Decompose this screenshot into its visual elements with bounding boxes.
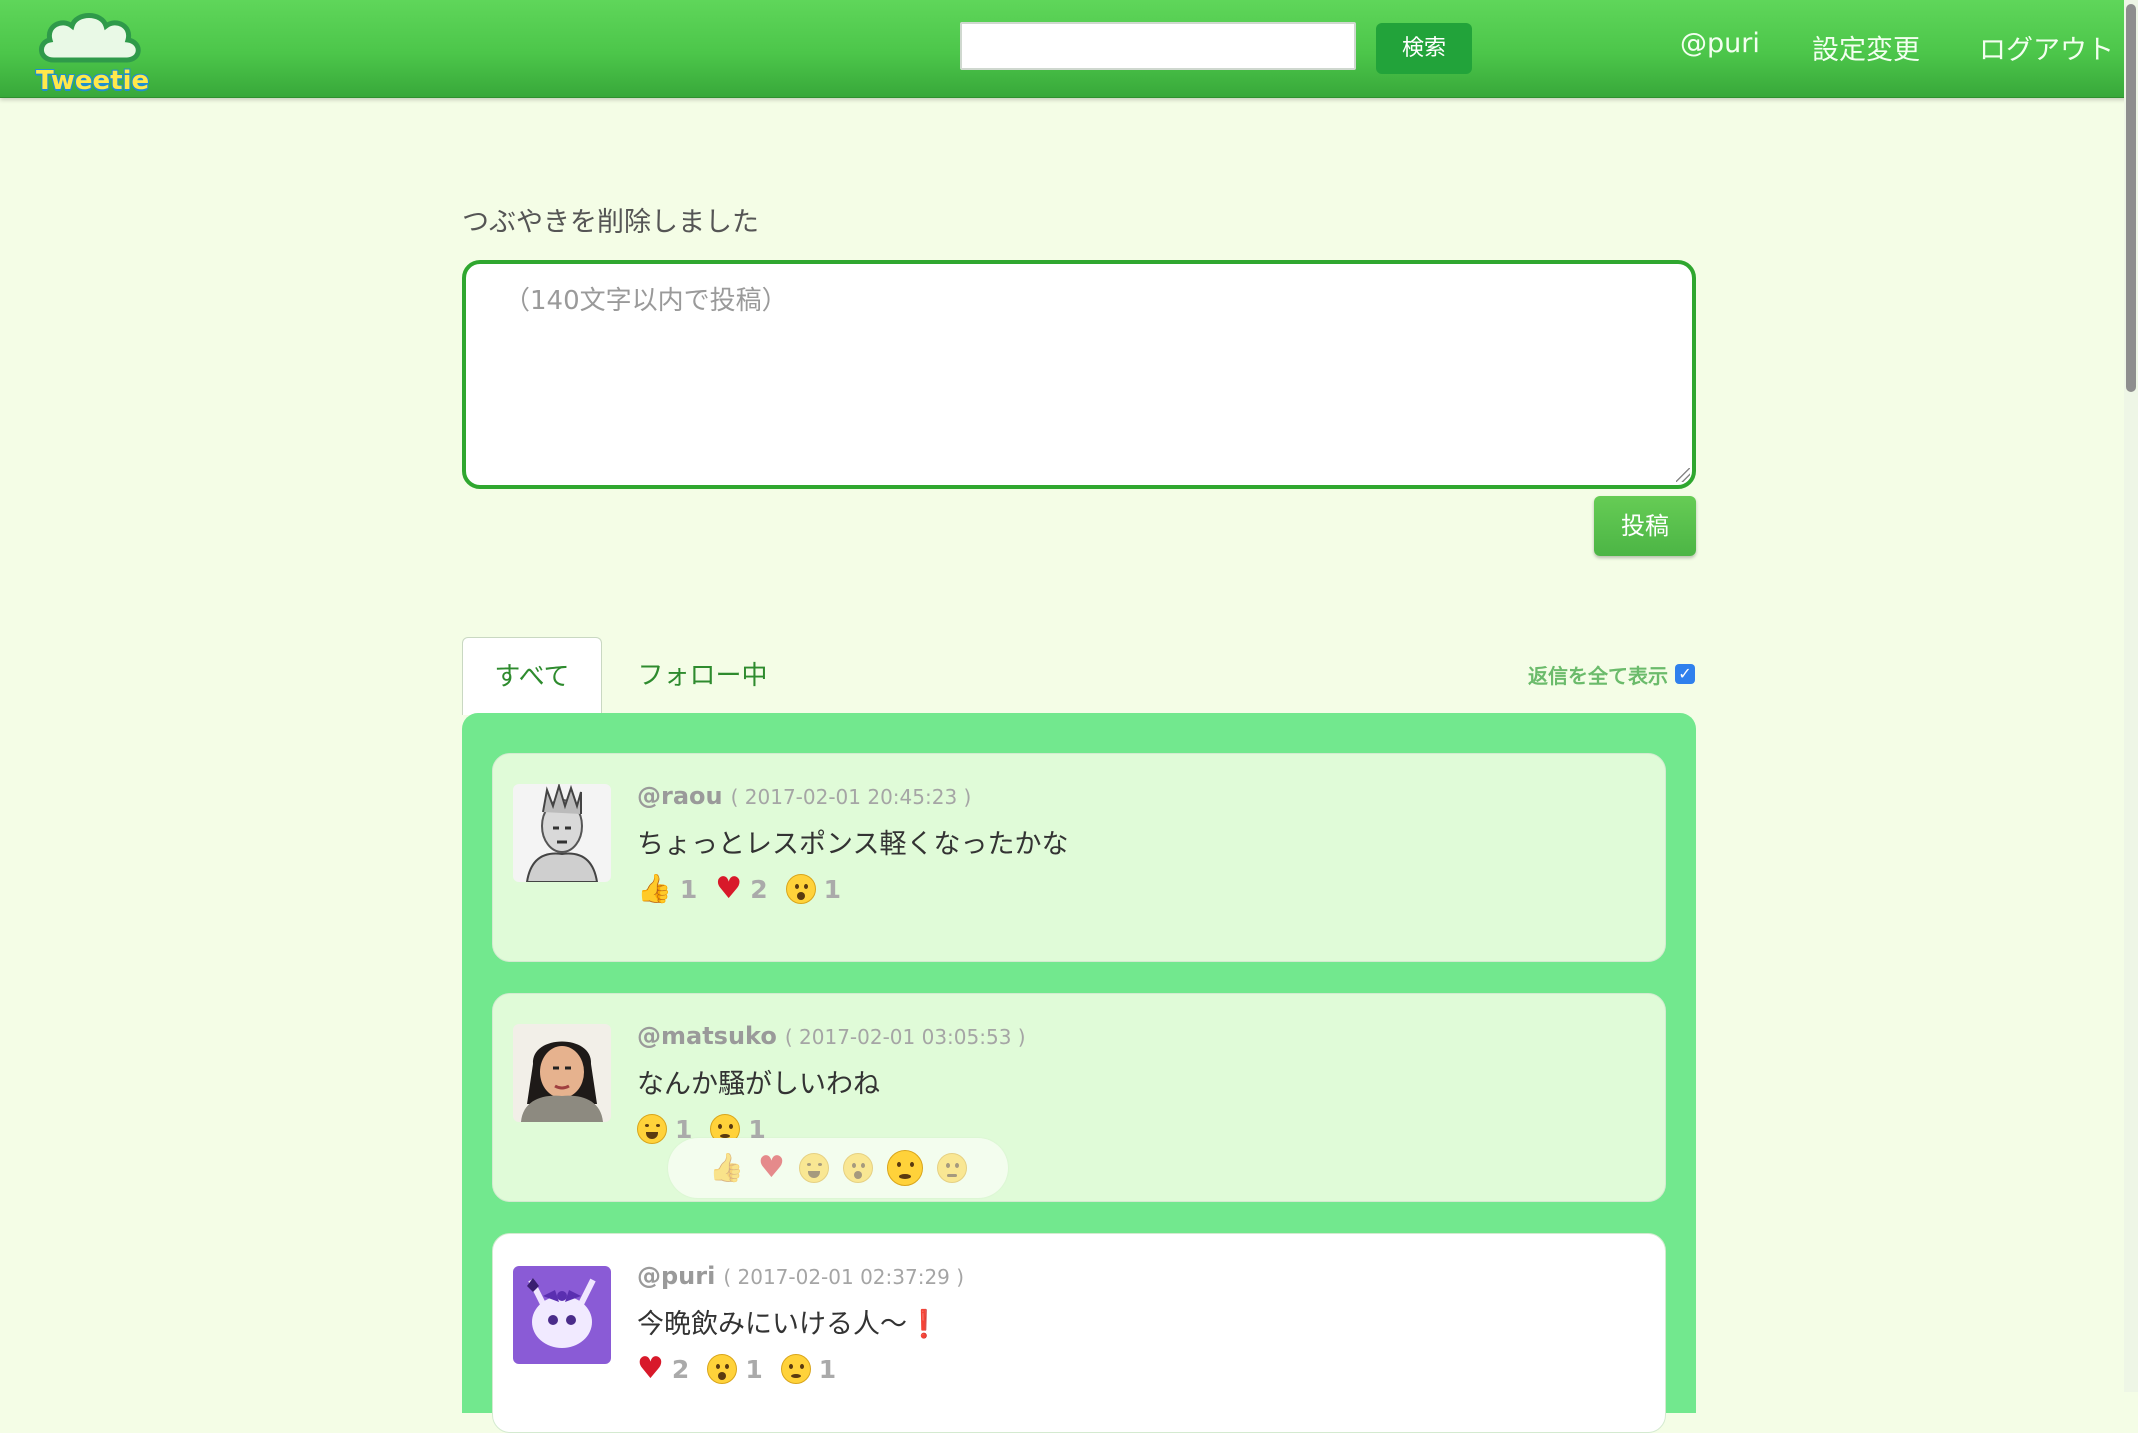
tweet-card[interactable]: @puri( 2017-02-01 02:37:29 ) 今晩飲みにいける人〜❗… [492,1233,1666,1433]
search-button[interactable]: 検索 [1376,23,1472,74]
tab-following[interactable]: フォロー中 [620,637,785,715]
post-button[interactable]: 投稿 [1594,496,1696,556]
tweet-text: 今晩飲みにいける人〜❗ [637,1309,941,1340]
show-all-replies-checkbox[interactable]: ✓ [1675,664,1695,684]
tweet-card[interactable]: @raou( 2017-02-01 20:45:23 ) ちょっとレスポンス軽く… [492,753,1666,962]
flash-message: つぶやきを削除しました [462,207,759,238]
scrollbar-thumb[interactable] [2126,4,2136,392]
crying-face-icon[interactable] [886,1150,923,1186]
heart-icon[interactable]: ♥ [758,1153,785,1183]
tweet-timestamp: ( 2017-02-01 03:05:53 ) [784,1025,1026,1049]
resize-handle-icon[interactable] [1676,468,1690,482]
avatar[interactable] [513,1024,611,1122]
tab-all[interactable]: すべて [462,637,602,715]
surprised-face-icon [785,874,816,904]
reaction-bar: ♥ 2 1 1 [637,1352,854,1386]
thumbs-up-icon: 👍 [637,872,672,905]
laughing-face-icon[interactable] [798,1153,829,1183]
cloud-icon [39,13,141,63]
reaction-heart[interactable]: ♥ 2 [715,874,767,904]
angry-face-icon[interactable] [936,1153,967,1183]
reaction-laughing[interactable]: 1 [637,1114,692,1144]
reaction-crying[interactable]: 1 [780,1354,837,1384]
exclamation-icon: ❗ [907,1309,941,1340]
nav-profile-link[interactable]: @puri [1680,28,1760,59]
tweet-text: なんか騒がしいわね [637,1069,880,1100]
reaction-bar: 👍 1 ♥ 2 1 [637,872,859,906]
tweet-author[interactable]: @matsuko( 2017-02-01 03:05:53 ) [637,1022,1026,1050]
tweetie-logo[interactable]: Tweetie [32,8,152,96]
reaction-count: 2 [671,1354,690,1384]
tweet-author[interactable]: @raou( 2017-02-01 20:45:23 ) [637,782,971,810]
nav-settings-link[interactable]: 設定変更 [1812,28,1920,67]
heart-icon: ♥ [715,871,743,906]
top-bar: Tweetie 検索 @puri 設定変更 ログアウト [0,0,2138,98]
crying-face-icon [780,1354,811,1384]
reaction-thumbs-up[interactable]: 👍 1 [637,874,697,904]
reaction-surprised[interactable]: 1 [785,874,841,904]
heart-icon: ♥ [637,1351,664,1386]
tweet-timestamp: ( 2017-02-01 20:45:23 ) [730,785,972,809]
page-scrollbar[interactable] [2124,0,2138,1392]
search-input[interactable] [960,22,1356,70]
show-all-replies-label[interactable]: 返信を全て表示 [1528,660,1668,689]
nav-logout-link[interactable]: ログアウト [1979,28,2114,67]
thumbs-up-icon[interactable]: 👍 [709,1153,744,1183]
reaction-surprised[interactable]: 1 [707,1354,763,1384]
avatar[interactable] [513,784,611,882]
surprised-face-icon [707,1354,738,1384]
logo-text: Tweetie [36,66,150,96]
reaction-count: 2 [750,874,768,904]
reaction-picker: 👍 ♥ [668,1138,1008,1198]
tweet-timestamp: ( 2017-02-01 02:37:29 ) [723,1265,965,1289]
tweet-input[interactable] [462,260,1696,489]
laughing-face-icon [637,1114,667,1144]
reaction-count: 1 [679,874,698,904]
reaction-heart[interactable]: ♥ 2 [637,1354,689,1384]
reaction-count: 1 [818,1354,837,1384]
reaction-count: 1 [823,874,841,904]
avatar[interactable] [513,1266,611,1364]
reaction-count: 1 [745,1354,763,1384]
surprised-face-icon[interactable] [842,1153,873,1183]
tweet-author[interactable]: @puri( 2017-02-01 02:37:29 ) [637,1262,964,1290]
tweet-text: ちょっとレスポンス軽くなったかな [637,829,1069,860]
